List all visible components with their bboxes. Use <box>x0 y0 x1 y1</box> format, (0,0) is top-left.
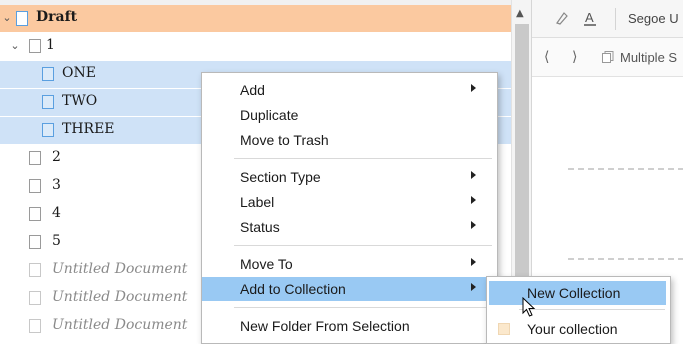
submenu-arrow-icon <box>471 283 476 291</box>
document-icon <box>29 207 41 221</box>
document-icon <box>29 151 41 165</box>
document-icon <box>29 319 41 333</box>
menu-item-new-collection[interactable]: New Collection <box>489 281 666 305</box>
menu-item-move-to-trash[interactable]: Move to Trash <box>202 128 495 152</box>
menu-item-label[interactable]: Label <box>202 190 495 214</box>
submenu-arrow-icon <box>471 84 476 92</box>
menu-item-label: New Collection <box>527 285 621 301</box>
binder-item-label: 3 <box>52 177 61 193</box>
toolbar-divider <box>615 8 616 30</box>
menu-item-new-folder-from-selection[interactable]: New Folder From Selection <box>202 314 495 338</box>
chevron-down-icon[interactable]: ⌄ <box>2 12 12 23</box>
binder-item-label: Untitled Document <box>52 317 188 333</box>
menu-item-label: Duplicate <box>240 107 299 123</box>
document-icon <box>42 67 54 81</box>
highlighter-icon[interactable] <box>554 10 570 26</box>
submenu-arrow-icon <box>471 171 476 179</box>
mouse-cursor-icon <box>522 297 536 317</box>
menu-item-section-type[interactable]: Section Type <box>202 165 495 189</box>
menu-item-label: Your collection <box>527 321 618 337</box>
multiple-selection-icon <box>602 51 614 63</box>
menu-item-your-collection[interactable]: Your collection <box>489 317 666 341</box>
collection-color-swatch <box>498 323 510 335</box>
font-color-icon[interactable]: A <box>582 9 598 27</box>
binder-item-label: TWO <box>62 93 98 109</box>
document-icon <box>29 39 41 53</box>
chevron-down-icon[interactable]: ⌄ <box>10 40 20 51</box>
menu-item-label: Add <box>240 82 265 98</box>
svg-text:A: A <box>585 10 594 25</box>
submenu-arrow-icon <box>471 221 476 229</box>
menu-item-label: Section Type <box>240 169 321 185</box>
editor-nav-bar: ⟨ ⟩ Multiple S <box>532 38 683 77</box>
menu-item-add[interactable]: Add <box>202 78 495 102</box>
menu-item-label: Add to Collection <box>240 281 346 297</box>
menu-item-status[interactable]: Status <box>202 215 495 239</box>
menu-item-label: Label <box>240 194 275 210</box>
menu-item-label: Status <box>240 219 280 235</box>
format-bar: A Segoe U <box>532 0 683 38</box>
menu-item-label: Move to Trash <box>240 132 329 148</box>
menu-separator <box>234 158 492 159</box>
menu-item-duplicate[interactable]: Duplicate <box>202 103 495 127</box>
submenu-arrow-icon <box>471 196 476 204</box>
document-icon <box>29 179 41 193</box>
binder-item-label: THREE <box>62 121 115 137</box>
document-icon <box>42 95 54 109</box>
menu-separator <box>234 245 492 246</box>
collection-submenu: New Collection Your collection <box>486 276 671 344</box>
document-icon <box>29 235 41 249</box>
binder-item-label: 2 <box>52 149 61 165</box>
menu-separator <box>234 307 492 308</box>
menu-item-label: Move To <box>240 256 293 272</box>
document-icon <box>29 291 41 305</box>
binder-item-label: Draft <box>36 9 78 25</box>
menu-item-label: New Folder From Selection <box>240 318 410 334</box>
binder-item-label: Untitled Document <box>52 261 188 277</box>
menu-item-add-to-collection[interactable]: Add to Collection <box>202 277 495 301</box>
document-icon <box>42 123 54 137</box>
page-break-line <box>568 258 683 260</box>
binder-item-1[interactable]: ⌄ 1 <box>0 33 511 60</box>
document-icon <box>29 263 41 277</box>
menu-separator <box>519 309 665 310</box>
menu-item-move-to[interactable]: Move To <box>202 252 495 276</box>
submenu-arrow-icon <box>471 258 476 266</box>
binder-item-label: Untitled Document <box>52 289 188 305</box>
binder-item-label: ONE <box>62 65 96 81</box>
back-arrow-icon[interactable]: ⟨ <box>544 49 549 65</box>
font-name-selector[interactable]: Segoe U <box>628 11 679 26</box>
draft-folder-icon <box>16 11 28 26</box>
forward-arrow-icon[interactable]: ⟩ <box>572 49 577 65</box>
binder-item-label: 4 <box>52 205 61 221</box>
page-break-line <box>568 168 683 170</box>
binder-item-label: 1 <box>46 37 55 53</box>
binder-item-draft[interactable]: ⌄ Draft <box>0 5 511 32</box>
context-menu: Add Duplicate Move to Trash Section Type… <box>201 72 498 344</box>
scroll-up-icon[interactable]: ▲ <box>516 8 524 19</box>
editor-header-title: Multiple S <box>620 50 678 65</box>
binder-item-label: 5 <box>52 233 61 249</box>
